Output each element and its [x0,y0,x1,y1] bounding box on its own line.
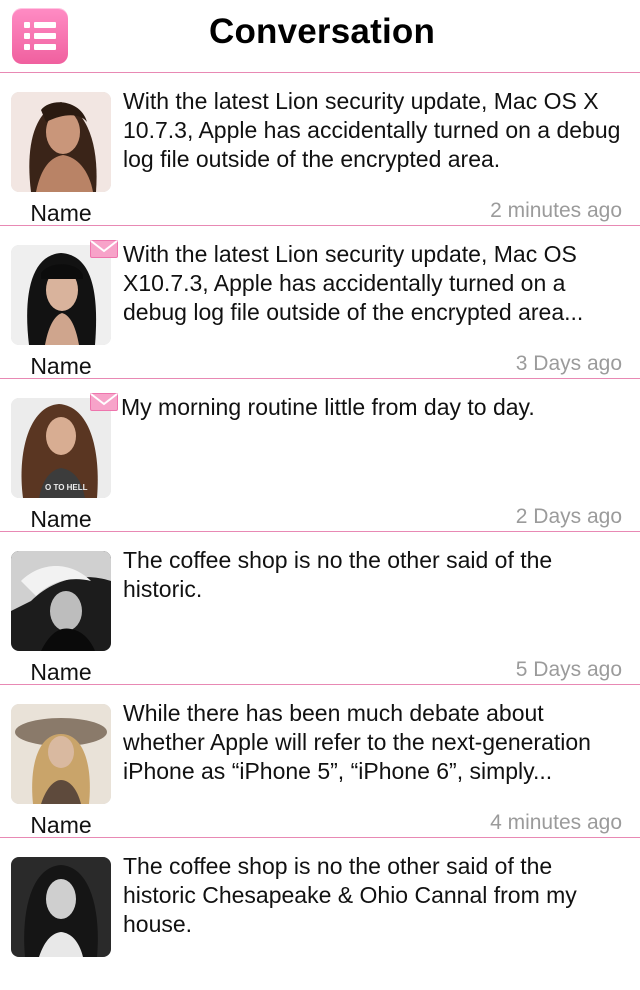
page-title: Conversation [208,12,436,51]
message-preview: While there has been much debate about w… [123,700,591,784]
avatar [11,857,111,957]
avatar [11,551,111,651]
contact-name: Name [30,659,92,685]
timestamp: 3 Days ago [515,352,622,375]
conversation-item[interactable]: The coffee shop is no the other said of … [0,838,640,990]
avatar: O TO HELL [11,398,111,498]
message-preview: With the latest Lion security update, Ma… [123,241,584,325]
message-preview: My morning routine little from day to da… [121,394,535,420]
message-preview: The coffee shop is no the other said of … [123,853,577,937]
conversation-item[interactable]: Name With the latest Lion security updat… [0,226,640,379]
conversation-item[interactable]: Name The coffee shop is no the other sai… [0,532,640,685]
timestamp: 5 Days ago [515,658,622,681]
avatar [11,245,111,345]
avatar [11,704,111,804]
timestamp: 4 minutes ago [490,811,622,834]
contact-name: Name [30,353,92,379]
unread-mail-icon [90,393,118,411]
timestamp: 2 Days ago [515,505,622,528]
contact-name: Name [30,200,92,226]
conversation-item[interactable]: Name While there has been much debate ab… [0,685,640,838]
conversation-list: Name With the latest Lion security updat… [0,73,640,990]
svg-text:O TO HELL: O TO HELL [45,483,88,492]
header-bar: Conversation [0,0,640,73]
message-preview: With the latest Lion security update, Ma… [123,88,621,172]
avatar [11,92,111,192]
conversation-item[interactable]: O TO HELL Name My morning routine little… [0,379,640,532]
message-preview: The coffee shop is no the other said of … [123,547,553,602]
contact-name: Name [30,812,92,838]
unread-mail-icon [90,240,118,258]
conversation-item[interactable]: Name With the latest Lion security updat… [0,73,640,226]
timestamp: 2 minutes ago [490,199,622,222]
contact-name: Name [30,506,92,532]
